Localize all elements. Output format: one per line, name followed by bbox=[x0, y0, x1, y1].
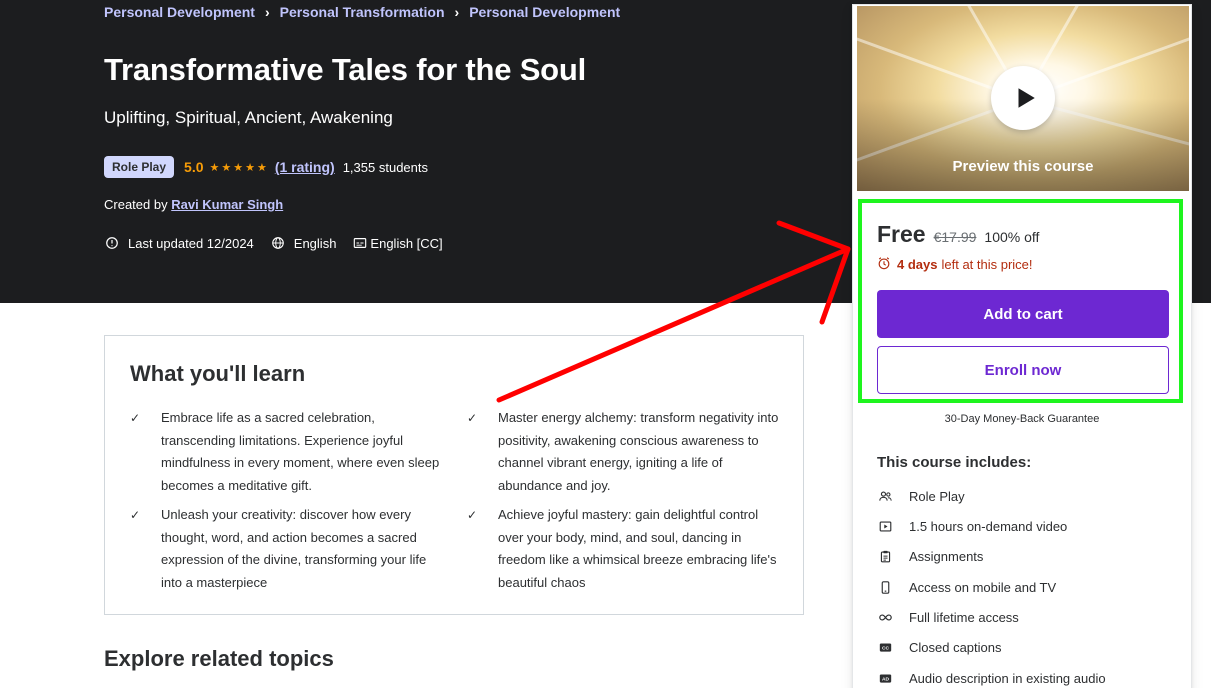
chevron-right-icon: › bbox=[264, 4, 270, 20]
preview-course-label: Preview this course bbox=[952, 158, 1094, 175]
rating-count-link[interactable]: (1 rating) bbox=[275, 159, 335, 175]
captions-text: English [CC] bbox=[370, 235, 443, 251]
include-text: Audio description in existing audio bbox=[909, 670, 1106, 686]
money-back-guarantee: 30-Day Money-Back Guarantee bbox=[944, 413, 1100, 425]
course-meta: Last updated 12/2024 English English [CC… bbox=[104, 235, 459, 251]
breadcrumb-item-personal-transformation[interactable]: Personal Transformation bbox=[280, 4, 445, 20]
breadcrumb-item-personal-development-2[interactable]: Personal Development bbox=[469, 4, 620, 20]
include-item-lifetime: Full lifetime access bbox=[877, 609, 1019, 625]
course-preview[interactable]: Preview this course bbox=[857, 6, 1189, 191]
include-text: 1.5 hours on-demand video bbox=[909, 518, 1068, 534]
cc-icon: CC bbox=[877, 639, 893, 655]
include-text: Assignments bbox=[909, 548, 984, 564]
clipboard-icon bbox=[877, 548, 893, 564]
include-text: Access on mobile and TV bbox=[909, 579, 1057, 595]
include-item-assignments: Assignments bbox=[877, 548, 983, 564]
include-item-mobile: Access on mobile and TV bbox=[877, 579, 1056, 595]
related-topics-title: Explore related topics bbox=[104, 646, 334, 671]
check-icon: ✓ bbox=[130, 508, 141, 522]
created-by: Created by Ravi Kumar Singh bbox=[104, 197, 283, 212]
ad-icon: AD bbox=[877, 670, 893, 686]
language-text: English bbox=[293, 235, 337, 251]
learn-item: ✓ Embrace life as a sacred celebration, … bbox=[130, 407, 446, 497]
video-icon bbox=[877, 518, 893, 534]
course-subtitle: Uplifting, Spiritual, Ancient, Awakening bbox=[104, 108, 393, 127]
svg-text:CC: CC bbox=[881, 645, 889, 651]
check-icon: ✓ bbox=[467, 411, 478, 425]
learn-item-text: Achieve joyful mastery: gain delightful … bbox=[498, 507, 777, 590]
mobile-icon bbox=[877, 579, 893, 595]
includes-title: This course includes: bbox=[877, 454, 1032, 471]
learn-item: ✓ Achieve joyful mastery: gain delightfu… bbox=[467, 504, 783, 594]
role-play-badge: Role Play bbox=[104, 156, 175, 178]
instructor-link[interactable]: Ravi Kumar Singh bbox=[171, 197, 283, 212]
include-text: Closed captions bbox=[909, 639, 1002, 655]
learn-item-text: Master energy alchemy: transform negativ… bbox=[498, 410, 779, 493]
star-rating-icon: ★★★★★ bbox=[209, 161, 269, 174]
language: English bbox=[270, 235, 337, 251]
include-item-video: 1.5 hours on-demand video bbox=[877, 518, 1067, 534]
check-icon: ✓ bbox=[467, 508, 478, 522]
last-updated: Last updated 12/2024 bbox=[104, 235, 254, 251]
chevron-right-icon: › bbox=[454, 4, 460, 20]
people-icon bbox=[877, 488, 893, 504]
learn-item: ✓ Unleash your creativity: discover how … bbox=[130, 504, 446, 594]
learn-title: What you'll learn bbox=[130, 361, 306, 386]
include-text: Full lifetime access bbox=[909, 609, 1019, 625]
alert-badge-icon bbox=[104, 235, 120, 251]
include-text: Role Play bbox=[909, 488, 965, 504]
course-title: Transformative Tales for the Soul bbox=[104, 52, 587, 87]
include-item-role-play: Role Play bbox=[877, 488, 965, 504]
what-you-will-learn: What you'll learn ✓ Embrace life as a sa… bbox=[104, 335, 804, 615]
captions-icon bbox=[352, 235, 368, 251]
rating-value: 5.0 bbox=[184, 159, 204, 175]
infinity-icon bbox=[877, 609, 893, 625]
breadcrumb-item-personal-development[interactable]: Personal Development bbox=[104, 4, 255, 20]
check-icon: ✓ bbox=[130, 411, 141, 425]
svg-text:AD: AD bbox=[881, 676, 889, 682]
include-item-audio-description: AD Audio description in existing audio bbox=[877, 670, 1106, 686]
learn-item-text: Embrace life as a sacred celebration, tr… bbox=[161, 410, 440, 493]
learn-item: ✓ Master energy alchemy: transform negat… bbox=[467, 407, 783, 497]
last-updated-text: Last updated 12/2024 bbox=[128, 235, 254, 251]
globe-icon bbox=[270, 235, 286, 251]
students-count: 1,355 students bbox=[342, 159, 428, 175]
rating-row: Role Play 5.0 ★★★★★ (1 rating) 1,355 stu… bbox=[104, 156, 428, 178]
learn-item-text: Unleash your creativity: discover how ev… bbox=[161, 507, 427, 590]
captions: English [CC] bbox=[352, 235, 443, 251]
breadcrumb: Personal Development › Personal Transfor… bbox=[104, 4, 620, 20]
pricing-highlight-box bbox=[858, 199, 1183, 403]
play-icon[interactable] bbox=[991, 66, 1055, 130]
include-item-captions: CC Closed captions bbox=[877, 639, 1002, 655]
created-by-label: Created by bbox=[104, 197, 168, 212]
